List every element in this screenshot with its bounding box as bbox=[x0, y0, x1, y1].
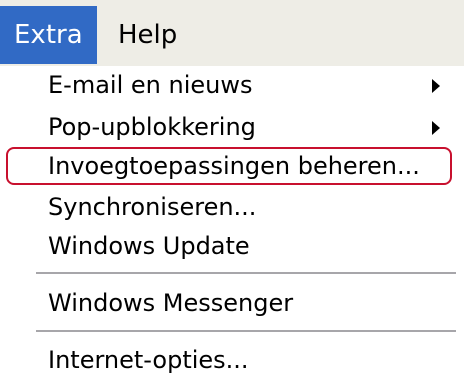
menu-item-windows-update[interactable]: Windows Update bbox=[48, 228, 250, 264]
menu-item-email-news[interactable]: E-mail en nieuws bbox=[48, 67, 252, 103]
menubar: Extra Help bbox=[0, 0, 464, 66]
menu-extra[interactable]: Extra bbox=[0, 6, 97, 64]
menu-item-windows-messenger[interactable]: Windows Messenger bbox=[48, 285, 293, 321]
submenu-arrow-icon bbox=[432, 79, 440, 93]
menu-help[interactable]: Help bbox=[104, 6, 191, 64]
menu-item-internet-options[interactable]: Internet-opties... bbox=[48, 342, 249, 378]
menu-item-synchronize[interactable]: Synchroniseren... bbox=[48, 189, 256, 225]
menu-item-popup-blocker[interactable]: Pop-upblokkering bbox=[48, 109, 256, 145]
menu-separator bbox=[36, 272, 456, 274]
menu-item-manage-addons[interactable]: Invoegtoepassingen beheren... bbox=[48, 148, 420, 184]
menu-separator bbox=[36, 330, 456, 332]
submenu-arrow-icon bbox=[432, 121, 440, 135]
